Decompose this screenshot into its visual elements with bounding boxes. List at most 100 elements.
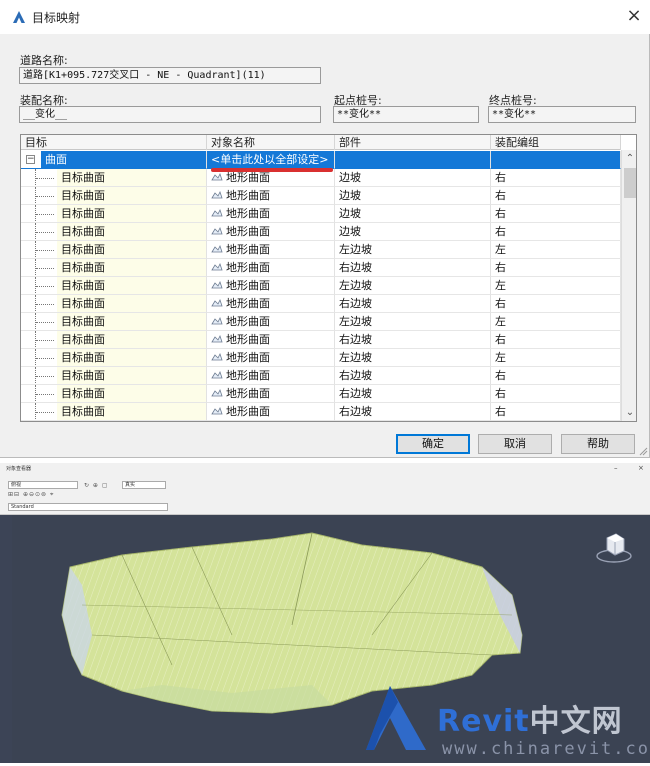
table-row[interactable]: 目标曲面 地形曲面 右边坡右 — [21, 295, 621, 313]
surface-object-icon — [211, 280, 223, 289]
target-mapping-dialog: 目标映射 × 道路名称: 道路[K1+095.727交叉口 - NE - Qua… — [0, 0, 650, 458]
column-header-assembly-group[interactable]: 装配编组 — [491, 135, 621, 150]
window-close-icon[interactable]: × — [638, 464, 644, 472]
object-name-cell[interactable]: 地形曲面 — [207, 205, 335, 223]
part-cell: 边坡 — [335, 223, 491, 241]
object-name-cell[interactable]: 地形曲面 — [207, 331, 335, 349]
tree-branch — [36, 340, 54, 341]
table-row[interactable]: 目标曲面 地形曲面 右边坡右 — [21, 403, 621, 421]
object-name-cell[interactable]: 地形曲面 — [207, 385, 335, 403]
mapping-table[interactable]: 目标 对象名称 部件 装配编组 − 曲面 <单击此处以全部设定> 目标曲面 地形曲… — [20, 134, 637, 422]
watermark-brand-en: Revit — [437, 704, 530, 739]
close-button[interactable]: × — [624, 5, 644, 27]
assembly-group-cell: 右 — [491, 169, 621, 187]
surface-object-icon — [211, 370, 223, 379]
minimize-icon[interactable]: – — [614, 464, 618, 472]
orbit-tools-icon[interactable]: ↻ ⊕ ▢ — [84, 482, 109, 490]
tree-branch — [36, 412, 54, 413]
table-row[interactable]: 目标曲面 地形曲面 边坡右 — [21, 223, 621, 241]
table-row[interactable]: 目标曲面 地形曲面 左边坡左 — [21, 277, 621, 295]
object-name-cell[interactable]: 地形曲面 — [207, 367, 335, 385]
object-name-cell[interactable]: 地形曲面 — [207, 403, 335, 421]
ok-button[interactable]: 确定 — [396, 434, 470, 454]
target-label: 目标曲面 — [57, 331, 206, 348]
table-row[interactable]: 目标曲面 地形曲面 左边坡左 — [21, 349, 621, 367]
object-name-label: 地形曲面 — [226, 405, 270, 418]
part-cell: 右边坡 — [335, 367, 491, 385]
object-name-label: 地形曲面 — [226, 225, 270, 238]
dialog-title: 目标映射 — [32, 11, 81, 25]
cancel-button[interactable]: 取消 — [478, 434, 552, 454]
target-label: 目标曲面 — [57, 259, 206, 276]
object-name-cell[interactable]: 地形曲面 — [207, 187, 335, 205]
style-select[interactable]: Standard — [8, 503, 168, 511]
surface-object-icon — [211, 334, 223, 343]
table-row[interactable]: 目标曲面 地形曲面 右边坡右 — [21, 385, 621, 403]
column-header-part[interactable]: 部件 — [335, 135, 491, 150]
surface-object-icon — [211, 388, 223, 397]
target-cell: 目标曲面 — [21, 349, 207, 367]
target-cell: 目标曲面 — [21, 385, 207, 403]
help-button[interactable]: 帮助 — [561, 434, 635, 454]
object-name-cell[interactable]: 地形曲面 — [207, 349, 335, 367]
scroll-up-arrow-icon[interactable]: ⌃ — [622, 152, 636, 166]
visual-style-select[interactable]: 真实 — [122, 481, 166, 489]
part-cell: 边坡 — [335, 187, 491, 205]
tree-branch — [36, 268, 54, 269]
assembly-group-cell: 左 — [491, 241, 621, 259]
object-name-cell[interactable]: 地形曲面 — [207, 313, 335, 331]
watermark-url: www.chinarevit.com — [442, 739, 650, 759]
annotation-red-underline — [211, 168, 333, 172]
surface-object-icon — [211, 298, 223, 307]
zoom-tools-icon[interactable]: ⊞⊟ ⊕⊖⊙⊚ ⌖ — [8, 491, 54, 499]
group-target-cell: − 曲面 — [21, 151, 207, 169]
object-name-label: 地形曲面 — [226, 207, 270, 220]
part-cell: 左边坡 — [335, 313, 491, 331]
table-row[interactable]: 目标曲面 地形曲面 边坡右 — [21, 205, 621, 223]
object-name-cell[interactable]: 地形曲面 — [207, 241, 335, 259]
resize-grip-icon[interactable] — [638, 446, 648, 456]
group-part-cell — [335, 151, 491, 169]
table-row[interactable]: 目标曲面 地形曲面 右边坡右 — [21, 367, 621, 385]
surface-object-icon — [211, 352, 223, 361]
tree-branch — [36, 196, 54, 197]
surface-object-icon — [211, 262, 223, 271]
assembly-group-cell: 左 — [491, 277, 621, 295]
table-row[interactable]: 目标曲面 地形曲面 边坡右 — [21, 187, 621, 205]
viewcube-icon[interactable] — [594, 529, 634, 569]
target-label: 目标曲面 — [57, 169, 206, 186]
column-header-object-name[interactable]: 对象名称 — [207, 135, 335, 150]
object-name-label: 地形曲面 — [226, 279, 270, 292]
table-group-row[interactable]: − 曲面 <单击此处以全部设定> — [21, 151, 621, 169]
target-label: 目标曲面 — [57, 313, 206, 330]
column-header-target[interactable]: 目标 — [21, 135, 207, 150]
table-row[interactable]: 目标曲面 地形曲面 左边坡左 — [21, 241, 621, 259]
object-name-cell[interactable]: 地形曲面 — [207, 259, 335, 277]
collapse-toggle[interactable]: − — [26, 155, 35, 164]
part-cell: 边坡 — [335, 205, 491, 223]
surface-object-icon — [211, 406, 223, 415]
target-cell: 目标曲面 — [21, 403, 207, 421]
assembly-group-cell: 右 — [491, 223, 621, 241]
table-row[interactable]: 目标曲面 地形曲面 右边坡右 — [21, 331, 621, 349]
view-direction-select[interactable]: 俯视 — [8, 481, 78, 489]
target-label: 目标曲面 — [57, 277, 206, 294]
object-name-label: 地形曲面 — [226, 171, 270, 184]
table-row[interactable]: 目标曲面 地形曲面 右边坡右 — [21, 259, 621, 277]
scroll-down-arrow-icon[interactable]: ⌄ — [622, 406, 636, 420]
object-name-cell[interactable]: 地形曲面 — [207, 277, 335, 295]
table-vertical-scrollbar[interactable]: ⌃ ⌄ — [621, 150, 636, 421]
assembly-group-cell: 右 — [491, 331, 621, 349]
assembly-group-cell: 右 — [491, 367, 621, 385]
scroll-thumb[interactable] — [624, 168, 636, 198]
target-label: 目标曲面 — [57, 223, 206, 240]
assembly-group-cell: 右 — [491, 187, 621, 205]
surface-object-icon — [211, 226, 223, 235]
object-name-cell[interactable]: 地形曲面 — [207, 295, 335, 313]
object-name-cell[interactable]: 地形曲面 — [207, 223, 335, 241]
set-all-cell[interactable]: <单击此处以全部设定> — [207, 151, 335, 169]
part-cell: 右边坡 — [335, 403, 491, 421]
surface-object-icon — [211, 208, 223, 217]
table-row[interactable]: 目标曲面 地形曲面 左边坡左 — [21, 313, 621, 331]
group-assembly-cell — [491, 151, 621, 169]
